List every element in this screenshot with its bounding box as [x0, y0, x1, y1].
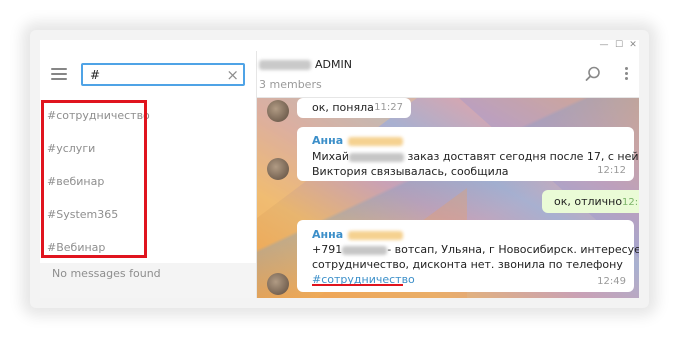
message-author[interactable]: Анна	[312, 228, 343, 241]
app-window: — ☐ ✕ × #сотрудничество #услуги #вебинар…	[40, 40, 639, 298]
no-messages-label: No messages found	[40, 263, 256, 298]
message-text: +791	[312, 243, 343, 256]
annotation-underline	[312, 284, 403, 286]
message-author[interactable]: Анна	[312, 134, 343, 147]
message-bubble: Анна Михай заказ доставят сегодня после …	[297, 127, 639, 181]
more-options-icon[interactable]	[625, 67, 629, 82]
search-box[interactable]: ×	[81, 63, 245, 86]
chat-title: ADMIN	[315, 58, 352, 71]
message-time: 11:27	[374, 102, 403, 113]
redacted-phone	[342, 245, 388, 255]
members-count: 3 members	[259, 78, 322, 91]
message-time: 12:12	[597, 165, 626, 176]
message-text: Михай	[312, 150, 350, 163]
message-text: - вотсап, Ульяна, г Новосибирск. интерес…	[387, 243, 639, 256]
message-text: сотрудничество, дисконта нет. звонила по…	[312, 258, 623, 271]
maximize-icon[interactable]: ☐	[612, 40, 626, 51]
message-time: 12:12	[622, 197, 639, 208]
message-text: ок, поняла	[312, 101, 374, 114]
avatar[interactable]	[267, 273, 289, 295]
message-time: 12:49	[597, 276, 626, 287]
sidebar: × #сотрудничество #услуги #вебинар #Syst…	[40, 51, 257, 298]
minimize-icon[interactable]: —	[597, 40, 611, 51]
message-bubble: Анна +791 - вотсап, Ульяна, г Новосибирск…	[297, 220, 639, 292]
redacted-name	[259, 60, 311, 70]
clear-search-icon[interactable]: ×	[226, 66, 239, 84]
close-icon[interactable]: ✕	[626, 40, 639, 51]
redacted-surname	[348, 230, 404, 240]
redacted-surname	[348, 136, 404, 146]
search-input[interactable]	[90, 67, 220, 83]
redacted-text	[349, 152, 405, 162]
avatar[interactable]	[267, 100, 289, 122]
message-text: ок, отлично	[554, 195, 623, 208]
hamburger-menu-icon[interactable]	[51, 68, 67, 80]
message-bubble: ок, поняла 11:27	[297, 98, 411, 118]
title-bar: — ☐ ✕	[40, 40, 639, 51]
search-icon[interactable]	[585, 66, 601, 82]
outgoing-message-bubble: ок, отлично 12:12✓✓	[542, 190, 639, 213]
message-text: Виктория связывалась, сообщила	[312, 165, 509, 178]
message-text: заказ доставят сегодня после 17, с ней	[404, 150, 639, 163]
annotation-highlight-box	[41, 100, 147, 258]
chat-messages-area: ок, поняла 11:27 Анна Михай заказ достав…	[257, 98, 639, 298]
chat-header[interactable]: ADMIN 3 members	[257, 51, 639, 98]
avatar[interactable]	[267, 158, 289, 180]
